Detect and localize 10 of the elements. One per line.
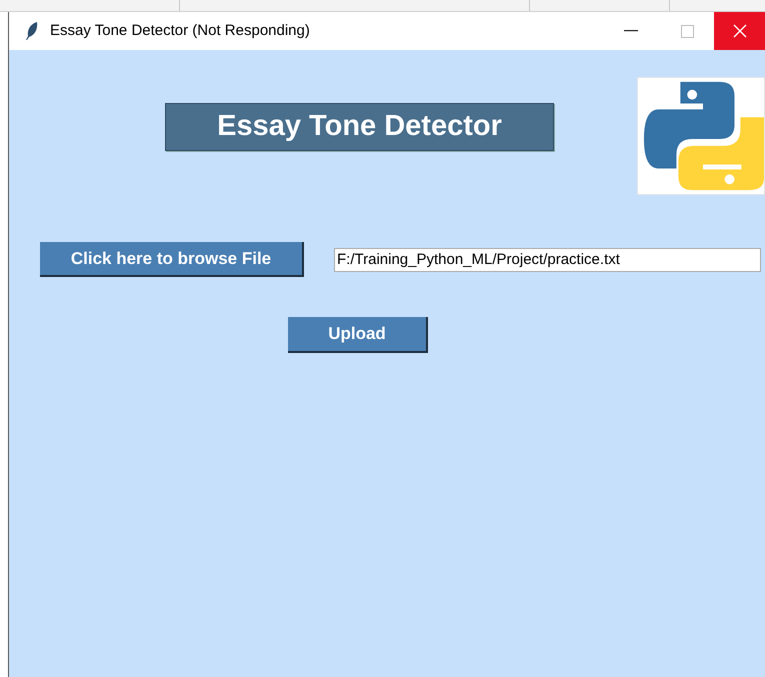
app-heading: Essay Tone Detector — [165, 103, 554, 151]
upload-button[interactable]: Upload — [288, 317, 428, 353]
minimize-icon — [624, 30, 638, 32]
browse-file-button[interactable]: Click here to browse File — [40, 242, 304, 277]
feather-icon — [25, 21, 39, 41]
maximize-icon — [680, 24, 694, 38]
window-title: Essay Tone Detector (Not Responding) — [50, 20, 310, 41]
close-icon — [732, 24, 746, 38]
file-path-field[interactable]: F:/Training_Python_ML/Project/practice.txt — [334, 248, 761, 272]
close-button[interactable] — [714, 12, 765, 50]
